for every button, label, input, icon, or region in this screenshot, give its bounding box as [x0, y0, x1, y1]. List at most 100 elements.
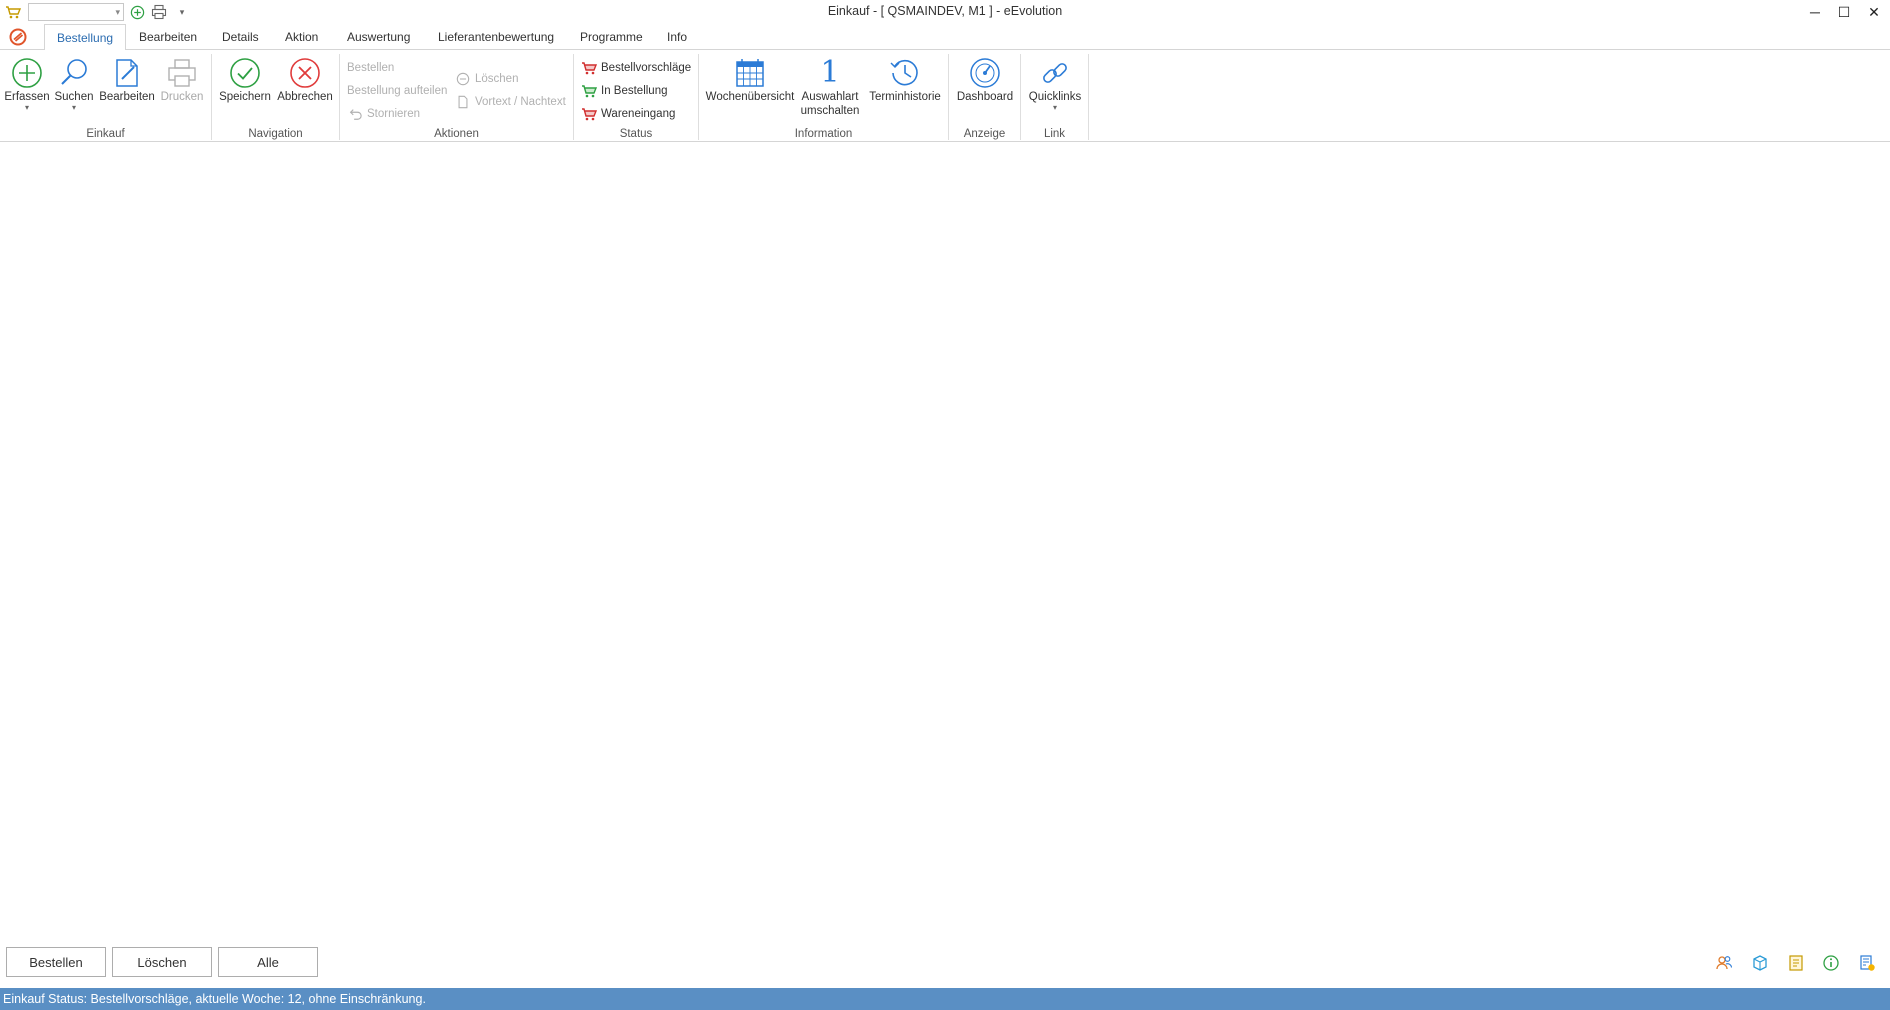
document-icon [455, 94, 471, 110]
checkmark-circle-icon [227, 56, 263, 90]
bestellvorschlaege-button[interactable]: Bestellvorschläge [581, 58, 691, 78]
tab-bestellung[interactable]: Bestellung [44, 24, 127, 51]
group-label-aktionen: Aktionen [434, 128, 479, 140]
drucken-label: Drucken [160, 91, 204, 103]
group-anzeige: Dashboard Anzeige [949, 54, 1020, 140]
tab-auswertung[interactable]: Auswertung [335, 24, 422, 50]
title-bar: ▾ ▾ Einkauf - [ QSMAINDEV, M1 ] - eEvolu… [0, 0, 1890, 24]
speichern-button[interactable]: Speichern [218, 56, 272, 104]
suchen-button[interactable]: Suchen ▾ [54, 56, 94, 112]
bestellung-aufteilen-button[interactable]: Bestellung aufteilen [347, 81, 447, 101]
loeschen-action-button[interactable]: Löschen [455, 69, 518, 89]
suchen-label: Suchen [54, 91, 94, 103]
group-label-status: Status [619, 128, 653, 140]
cart-green-icon [581, 83, 597, 99]
terminhistorie-label: Terminhistorie [869, 91, 941, 103]
users-icon[interactable] [1713, 952, 1735, 974]
dashboard-label: Dashboard [956, 91, 1014, 103]
abbrechen-label: Abbrechen [277, 91, 333, 103]
document-info-icon[interactable] [1856, 952, 1878, 974]
undo-icon [347, 106, 363, 122]
bestellen-action-button[interactable]: Bestellen [347, 58, 394, 78]
printer-icon [164, 56, 200, 90]
close-button[interactable]: ✕ [1860, 0, 1888, 24]
bestellung-aufteilen-label: Bestellung aufteilen [347, 85, 448, 97]
main-content-area [0, 143, 1890, 943]
group-label-link: Link [1043, 128, 1066, 140]
tab-bearbeiten[interactable]: Bearbeiten [127, 24, 209, 50]
tab-info[interactable]: Info [655, 24, 699, 50]
cart-red-icon [581, 106, 597, 122]
window-title: Einkauf - [ QSMAINDEV, M1 ] - eEvolution [827, 4, 1063, 18]
group-information: Wochenübersicht 1 Auswahlart umschalten … [699, 54, 948, 141]
vortext-nachtext-label: Vortext / Nachtext [475, 96, 566, 108]
vortext-nachtext-button[interactable]: Vortext / Nachtext [455, 92, 566, 112]
cart-red-icon [581, 60, 597, 76]
gauge-icon [967, 56, 1003, 90]
group-label-einkauf: Einkauf [86, 128, 125, 140]
dashboard-button[interactable]: Dashboard [955, 56, 1015, 104]
wareneingang-button[interactable]: Wareneingang [581, 104, 675, 124]
drucken-button[interactable]: Drucken [159, 56, 205, 104]
speichern-label: Speichern [219, 91, 271, 103]
auswahlart-umschalten-button[interactable]: 1 Auswahlart umschalten [798, 56, 862, 118]
info-icon[interactable] [1820, 952, 1842, 974]
chevron-down-icon: ▾ [71, 103, 76, 112]
group-label-anzeige: Anzeige [963, 128, 1006, 140]
ribbon: Erfassen ▾ Suchen ▾ Bearbeiten Drucken E… [0, 50, 1890, 142]
loeschen-action-label: Löschen [475, 73, 519, 85]
terminhistorie-button[interactable]: Terminhistorie [866, 56, 944, 104]
tab-aktion[interactable]: Aktion [273, 24, 330, 50]
app-menu-icon[interactable] [9, 28, 27, 46]
in-bestellung-button[interactable]: In Bestellung [581, 81, 668, 101]
stornieren-label: Stornieren [367, 108, 421, 120]
group-label-navigation: Navigation [248, 128, 303, 140]
erfassen-button[interactable]: Erfassen ▾ [4, 56, 50, 112]
wareneingang-label: Wareneingang [601, 108, 676, 120]
bestellen-action-label: Bestellen [347, 62, 395, 74]
group-separator [1088, 54, 1089, 140]
abbrechen-button[interactable]: Abbrechen [275, 56, 335, 104]
erfassen-label: Erfassen [4, 91, 50, 103]
in-bestellung-label: In Bestellung [601, 85, 668, 97]
group-link: Quicklinks ▾ Link [1021, 54, 1088, 140]
group-label-information: Information [794, 128, 853, 140]
chevron-down-icon: ▾ [1052, 103, 1057, 112]
status-bar: Einkauf Status: Bestellvorschläge, aktue… [0, 988, 1890, 1010]
ribbon-tab-bar: Bestellung Bearbeiten Details Aktion Aus… [0, 24, 1890, 51]
calendar-icon [732, 56, 768, 90]
package-icon[interactable] [1749, 952, 1771, 974]
tab-details[interactable]: Details [210, 24, 271, 50]
link-chain-icon [1037, 56, 1073, 90]
wochenuebersicht-label: Wochenübersicht [705, 91, 795, 103]
auswahlart-label-line1: Auswahlart [801, 91, 859, 103]
cancel-circle-icon [287, 56, 323, 90]
number-one-icon: 1 [820, 55, 840, 90]
group-aktionen: Bestellen Bestellung aufteilen Storniere… [340, 54, 573, 140]
bearbeiten-label: Bearbeiten [99, 91, 155, 103]
tab-lieferantenbewertung[interactable]: Lieferantenbewertung [426, 24, 566, 50]
quicklinks-button[interactable]: Quicklinks ▾ [1026, 56, 1084, 112]
maximize-button[interactable]: ☐ [1830, 0, 1858, 24]
add-circle-icon [9, 56, 45, 90]
edit-document-icon [109, 56, 145, 90]
bestellen-button[interactable]: Bestellen [6, 947, 106, 977]
quicklinks-label: Quicklinks [1028, 91, 1082, 103]
wochenuebersicht-button[interactable]: Wochenübersicht [706, 56, 794, 104]
bearbeiten-button[interactable]: Bearbeiten [99, 56, 155, 104]
notes-icon[interactable] [1785, 952, 1807, 974]
alle-button[interactable]: Alle [218, 947, 318, 977]
chevron-down-icon: ▾ [24, 103, 29, 112]
search-icon [56, 56, 92, 90]
group-einkauf: Erfassen ▾ Suchen ▾ Bearbeiten Drucken E… [0, 54, 211, 140]
loeschen-button[interactable]: Löschen [112, 947, 212, 977]
minus-circle-icon [455, 71, 471, 87]
stornieren-button[interactable]: Stornieren [347, 104, 420, 124]
history-clock-icon [887, 56, 923, 90]
minimize-button[interactable]: ─ [1801, 0, 1829, 24]
tab-programme[interactable]: Programme [568, 24, 655, 50]
group-status: Bestellvorschläge In Bestellung Warenein… [574, 54, 698, 140]
bestellvorschlaege-label: Bestellvorschläge [601, 62, 692, 74]
group-navigation: Speichern Abbrechen Navigation [212, 54, 339, 140]
auswahlart-label-line2: umschalten [800, 105, 860, 117]
